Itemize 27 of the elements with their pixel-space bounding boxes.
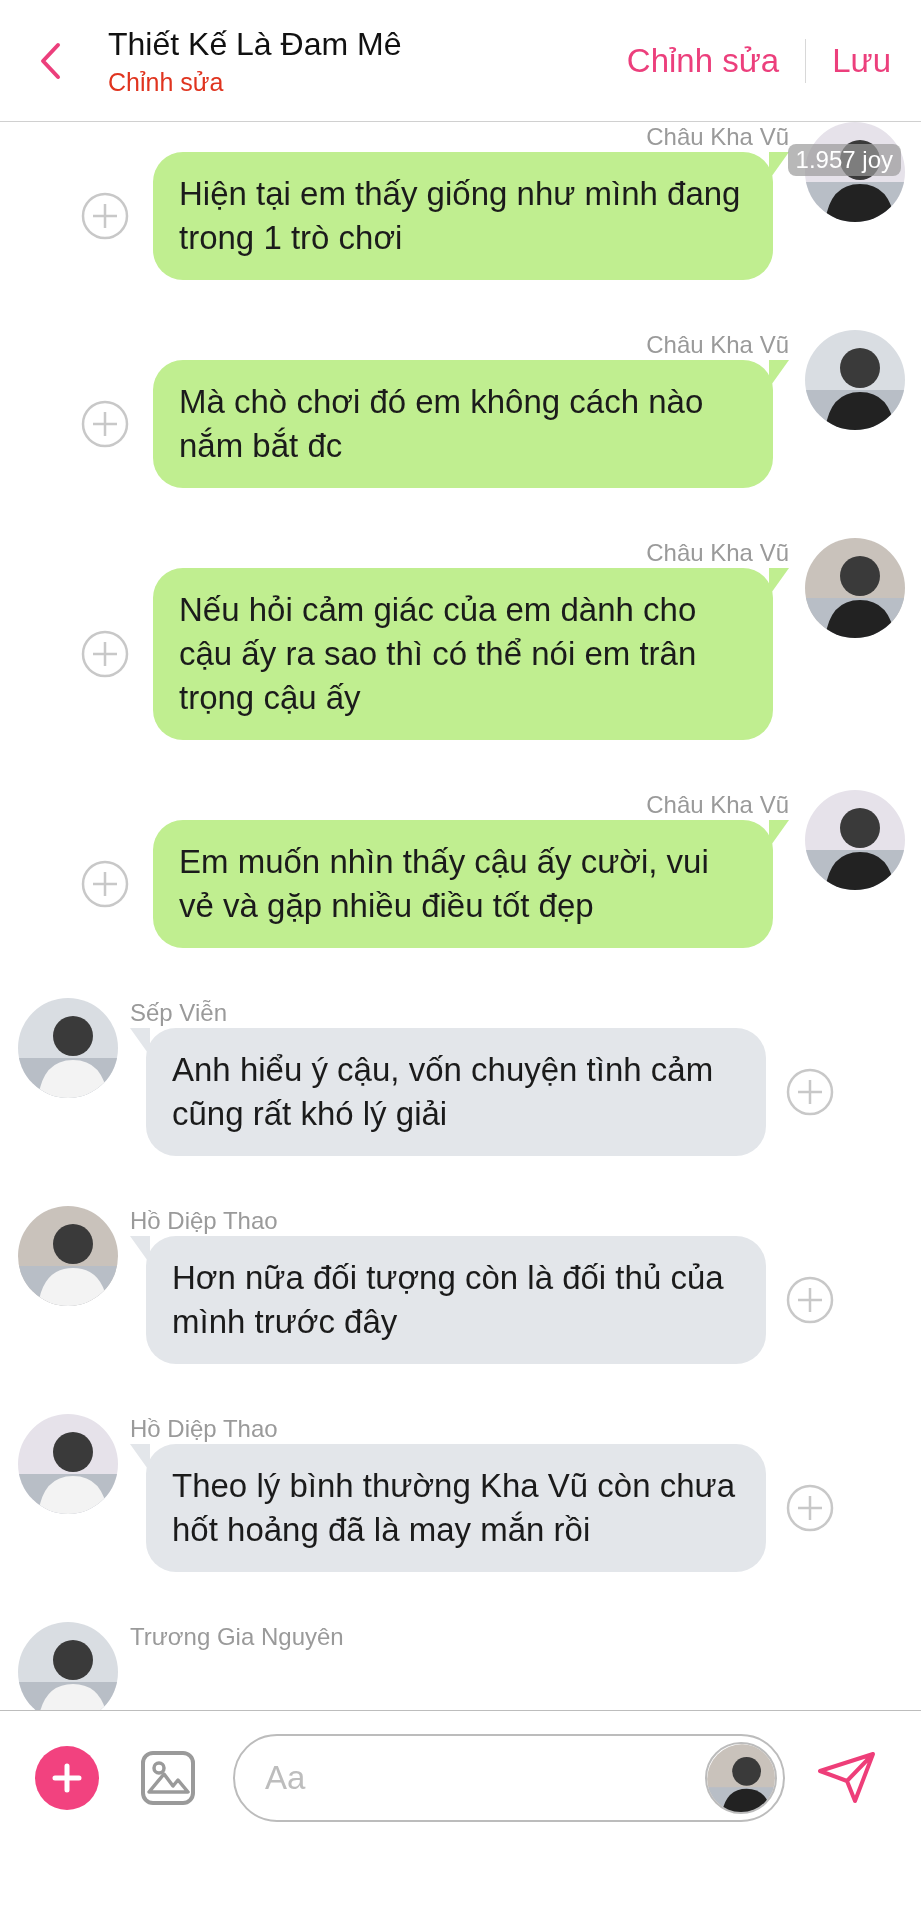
sender-name: Châu Kha Vũ <box>646 330 789 360</box>
header-action-button[interactable]: Lưu <box>832 35 891 86</box>
sender-name: Châu Kha Vũ <box>646 122 789 152</box>
sender-name: Châu Kha Vũ <box>646 790 789 820</box>
sender-name: Sếp Viễn <box>130 998 227 1028</box>
sender-name: Hồ Diệp Thao <box>130 1414 278 1444</box>
add-reaction-icon[interactable] <box>786 1484 834 1532</box>
add-reaction-icon[interactable] <box>81 860 129 908</box>
chat-subtitle: Chỉnh sửa <box>108 66 225 98</box>
sender-name: Hồ Diệp Thao <box>130 1206 278 1236</box>
reaction-badge: 1.957 joy <box>787 144 901 176</box>
plus-icon <box>52 1763 82 1793</box>
add-reaction-icon[interactable] <box>81 192 129 240</box>
image-button[interactable] <box>139 1749 197 1807</box>
send-icon <box>817 1751 877 1805</box>
header-action-button[interactable]: Chỉnh sửa <box>626 35 780 86</box>
add-reaction-icon[interactable] <box>81 400 129 448</box>
back-icon <box>38 40 62 81</box>
add-reaction-icon[interactable] <box>786 1068 834 1116</box>
add-reaction-icon[interactable] <box>786 1276 834 1324</box>
image-icon <box>140 1750 196 1806</box>
message-input[interactable]: Aa <box>265 1753 705 1803</box>
sender-name: Châu Kha Vũ <box>646 538 789 568</box>
add-reaction-icon[interactable] <box>81 630 129 678</box>
message-input[interactable]: Aa <box>233 1734 785 1822</box>
chat-title: Thiết Kế Là Đam Mê <box>108 24 403 64</box>
sender-name: Trương Gia Nguyên <box>130 1622 344 1652</box>
